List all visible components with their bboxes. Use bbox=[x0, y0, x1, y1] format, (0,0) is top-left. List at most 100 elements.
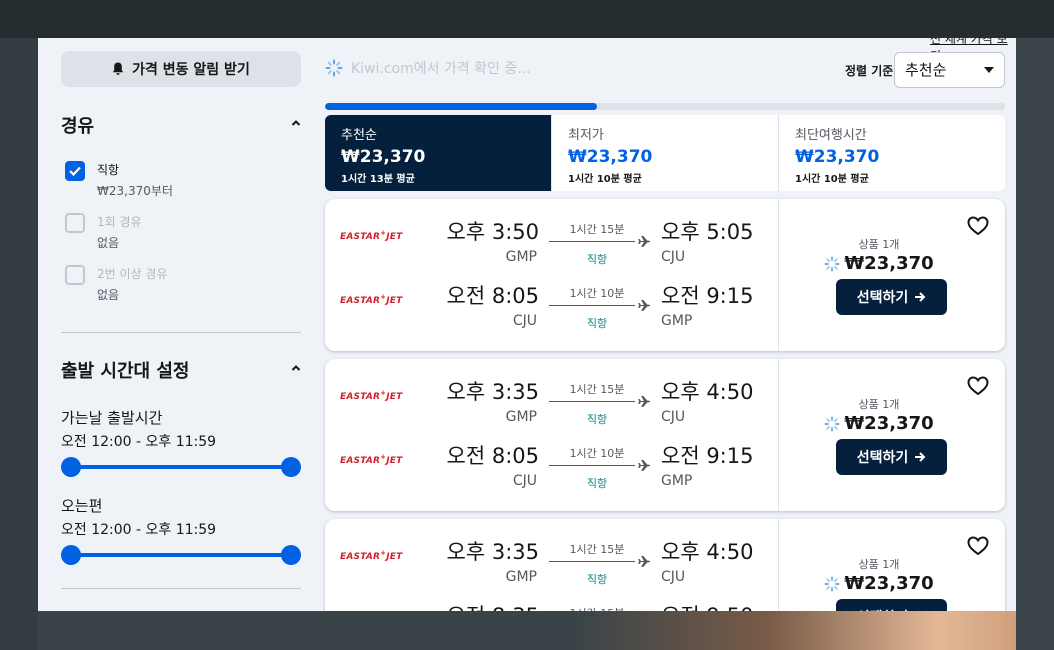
window-frame-left bbox=[0, 38, 38, 650]
departure-time: 오전 8:05 bbox=[446, 444, 539, 468]
check-icon bbox=[69, 166, 81, 176]
tab-recommended[interactable]: 추천순 ₩23,370 1시간 13분 평균 bbox=[325, 115, 551, 191]
route-line bbox=[549, 305, 635, 306]
return-time-label: 오는편 bbox=[61, 497, 103, 515]
arrival-time: 오전 9:15 bbox=[661, 284, 754, 308]
airline-logo: EASTAR+JET bbox=[340, 453, 403, 466]
select-button[interactable]: 선택하기 bbox=[836, 599, 947, 611]
arrow-right-icon bbox=[915, 452, 926, 462]
airline-logo: EASTAR+JET bbox=[340, 549, 403, 562]
sort-tabs: 추천순 ₩23,370 1시간 13분 평균 최저가 ₩23,370 1시간 1… bbox=[325, 115, 1005, 191]
price-value: ₩23,370 bbox=[844, 573, 934, 594]
departure-time: 오전 8:05 bbox=[446, 284, 539, 308]
caret-down-icon bbox=[984, 67, 994, 73]
heart-icon[interactable] bbox=[967, 216, 989, 236]
loading-spinner-icon bbox=[824, 415, 840, 432]
filter-direct[interactable]: 직항 ₩23,370부터 bbox=[65, 161, 173, 200]
price-section: 상품 1개 ₩23,370 선택하기 bbox=[779, 519, 1005, 611]
heart-icon[interactable] bbox=[967, 536, 989, 556]
flight-duration: 1시간 10분 bbox=[569, 447, 625, 460]
airline-logo: EASTAR+JET bbox=[340, 389, 403, 402]
route-line bbox=[549, 465, 635, 466]
outbound-slider-min-handle[interactable] bbox=[61, 457, 81, 477]
arrival-airport: GMP bbox=[661, 313, 693, 329]
price-value: ₩23,370 bbox=[844, 253, 934, 274]
heart-icon[interactable] bbox=[967, 376, 989, 396]
select-button[interactable]: 선택하기 bbox=[836, 279, 947, 315]
arrival-time: 오전 9:15 bbox=[661, 444, 754, 468]
route-line bbox=[549, 561, 635, 562]
filter-two-plus-stops: 2번 이상 경유 없음 bbox=[65, 265, 167, 304]
flight-leg-return: EASTAR+JET 오전 8:05 CJU 1시간 10분 직항 오전 9:1… bbox=[325, 423, 778, 490]
price: ₩23,370 bbox=[779, 573, 979, 594]
search-progress-bar bbox=[325, 103, 1005, 110]
flight-leg-outbound: EASTAR+JET 오후 3:35 GMP 1시간 15분 직항 오후 4:5… bbox=[325, 359, 778, 426]
flight-leg-outbound: EASTAR+JET 오후 3:50 GMP 1시간 15분 직항 오후 5:0… bbox=[325, 199, 778, 266]
result-card[interactable]: EASTAR+JET 오후 3:35 GMP 1시간 15분 직항 오후 4:5… bbox=[325, 359, 1005, 511]
bell-icon bbox=[112, 62, 124, 75]
tab-cheapest[interactable]: 최저가 ₩23,370 1시간 10분 평균 bbox=[551, 115, 778, 191]
filter-one-stop-label: 1회 경유 bbox=[97, 215, 142, 229]
plane-icon bbox=[638, 396, 651, 407]
route-line bbox=[549, 241, 635, 242]
departure-times-title: 출발 시간대 설정 bbox=[61, 361, 190, 382]
checkbox-direct[interactable] bbox=[65, 161, 85, 181]
chevron-up-icon[interactable] bbox=[291, 363, 301, 373]
tab-price: ₩23,370 bbox=[568, 147, 653, 167]
select-button-label: 선택하기 bbox=[856, 450, 909, 466]
outbound-slider-track[interactable] bbox=[71, 465, 291, 469]
tab-title: 최단여행시간 bbox=[795, 128, 867, 143]
filter-one-stop: 1회 경유 없음 bbox=[65, 213, 142, 252]
deals-count: 상품 1개 bbox=[858, 238, 900, 251]
departure-time: 오후 3:35 bbox=[446, 540, 539, 564]
plane-icon bbox=[638, 556, 651, 567]
arrival-airport: GMP bbox=[661, 473, 693, 489]
departure-time: 오후 3:50 bbox=[446, 220, 539, 244]
airline-logo: EASTAR+JET bbox=[340, 293, 403, 306]
tab-title: 최저가 bbox=[568, 128, 604, 143]
departure-time: 오전 8:35 bbox=[447, 600, 539, 611]
select-button-label: 선택하기 bbox=[856, 290, 909, 306]
tab-title: 추천순 bbox=[341, 128, 377, 143]
checkbox-one-stop bbox=[65, 213, 85, 233]
tab-price: ₩23,370 bbox=[341, 147, 426, 167]
result-card[interactable]: EASTAR+JET 오후 3:35 GMP 1시간 15분 직항 오후 4:5… bbox=[325, 519, 1005, 611]
sidebar-divider bbox=[61, 588, 301, 589]
stops-label: 직항 bbox=[586, 477, 608, 490]
airline-logo: EASTAR+JET bbox=[340, 229, 403, 242]
outbound-slider-max-handle[interactable] bbox=[281, 457, 301, 477]
results-panel: Kiwi.com에서 가격 확인 중... 정렬 기준 추천순 추천순 ₩23,… bbox=[325, 38, 1005, 611]
loading-spinner-icon bbox=[824, 575, 840, 592]
window-frame-top bbox=[0, 0, 1054, 38]
result-card[interactable]: EASTAR+JET 오후 3:50 GMP 1시간 15분 직항 오후 5:0… bbox=[325, 199, 1005, 351]
select-button-label: 선택하기 bbox=[857, 607, 909, 611]
chevron-up-icon[interactable] bbox=[291, 118, 301, 128]
deals-count: 상품 1개 bbox=[858, 398, 900, 411]
outbound-time-range: 오전 12:00 - 오후 11:59 bbox=[61, 434, 217, 450]
loading-spinner-icon bbox=[824, 255, 840, 272]
tab-fastest[interactable]: 최단여행시간 ₩23,370 1시간 10분 평균 bbox=[778, 115, 1005, 191]
return-slider-track[interactable] bbox=[71, 553, 291, 557]
arrival-time: 오후 4:50 bbox=[661, 380, 754, 404]
stops-label: 직항 bbox=[586, 317, 608, 330]
price-alert-button[interactable]: 가격 변동 알림 받기 bbox=[61, 51, 301, 87]
flight-leg-return: EASTAR+JET 오전 8:05 CJU 1시간 10분 직항 오전 9:1… bbox=[325, 263, 778, 330]
return-slider-min-handle[interactable] bbox=[61, 545, 81, 565]
desktop-background bbox=[38, 611, 1016, 650]
plane-icon bbox=[638, 236, 651, 247]
sort-label: 정렬 기준 bbox=[845, 64, 894, 78]
sort-value: 추천순 bbox=[905, 61, 947, 79]
sort-dropdown[interactable]: 추천순 bbox=[894, 52, 1005, 88]
return-slider-max-handle[interactable] bbox=[281, 545, 301, 565]
price-value: ₩23,370 bbox=[844, 413, 934, 434]
search-progress-fill bbox=[325, 103, 597, 110]
price: ₩23,370 bbox=[779, 413, 979, 434]
select-button[interactable]: 선택하기 bbox=[836, 439, 947, 475]
arrival-time: 오후 4:50 bbox=[661, 540, 754, 564]
return-time-range: 오전 12:00 - 오후 11:59 bbox=[61, 522, 217, 538]
filter-two-plus-sub: 없음 bbox=[97, 288, 120, 302]
filter-two-plus-label: 2번 이상 경유 bbox=[97, 267, 168, 281]
flight-duration: 1시간 15분 bbox=[569, 383, 625, 396]
browser-viewport: 전 세계 가격 보기 가격 변동 알림 받기 경유 직항 ₩23,370부터 bbox=[38, 38, 1016, 611]
deals-count: 상품 1개 bbox=[858, 558, 900, 571]
